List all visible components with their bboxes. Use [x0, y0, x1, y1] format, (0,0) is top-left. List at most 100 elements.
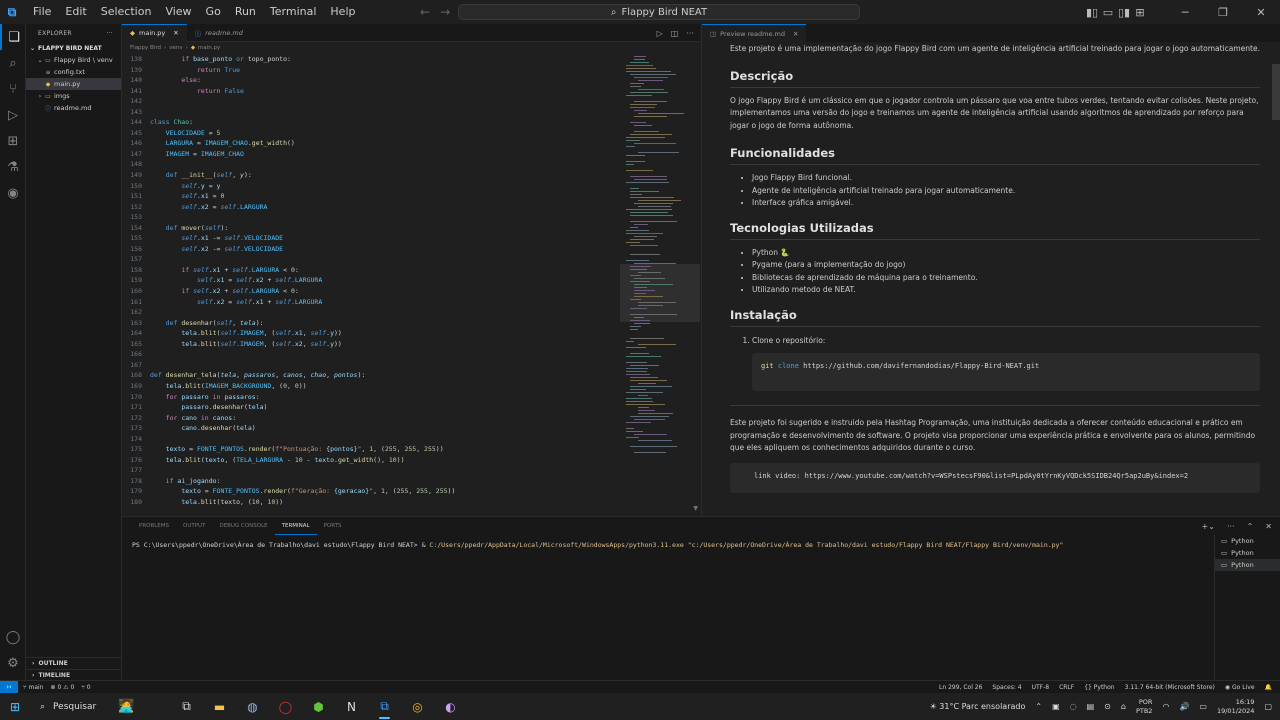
code-line[interactable]: 164 tela.blit(self.IMAGEM, (self.x1, sel…: [122, 328, 622, 339]
tab-output[interactable]: OUTPUT: [176, 517, 212, 535]
code-line[interactable]: 151 self.x1 = 0: [122, 191, 622, 202]
code-line[interactable]: 170 for passaro in passaros:: [122, 392, 622, 403]
tree-file-readme[interactable]: ⓘ readme.md: [26, 102, 121, 114]
menu-run[interactable]: Run: [228, 0, 263, 24]
terminal-instance[interactable]: ▭ Python: [1215, 547, 1280, 559]
app-green-icon[interactable]: ⬢: [302, 693, 335, 720]
tree-file-config[interactable]: ≡ config.txt: [26, 66, 121, 78]
ports-status[interactable]: ⑂ 0: [81, 684, 90, 691]
project-folder-header[interactable]: ⌄ FLAPPY BIRD NEAT: [26, 42, 121, 54]
maximize-panel-icon[interactable]: ⌃: [1247, 522, 1254, 531]
command-center-search[interactable]: ⌕ Flappy Bird NEAT: [458, 4, 860, 20]
extensions-icon[interactable]: ⊞: [0, 128, 26, 154]
steam-icon[interactable]: ◍: [236, 693, 269, 720]
code-line[interactable]: 150 self.y = y: [122, 181, 622, 192]
cursor-position[interactable]: Ln 299, Col 26: [939, 684, 982, 691]
chrome-icon[interactable]: ◎: [401, 693, 434, 720]
toggle-sidebar-icon[interactable]: ▮▯: [1084, 6, 1100, 19]
close-window-icon[interactable]: ✕: [1242, 6, 1280, 19]
terminal-instance[interactable]: ▭ Python: [1215, 535, 1280, 547]
search-view-icon[interactable]: ⌕: [0, 50, 26, 76]
remote-explorer-icon[interactable]: ◉: [0, 180, 26, 206]
code-line[interactable]: 162: [122, 307, 622, 318]
code-line[interactable]: 152 self.x2 = self.LARGURA: [122, 202, 622, 213]
breadcrumb-item[interactable]: venv: [169, 45, 182, 51]
code-line[interactable]: 171 passaro.desenhar(tela): [122, 402, 622, 413]
code-line[interactable]: 175 texto = FONTE_PONTOS.render(f"Pontua…: [122, 444, 622, 455]
indentation[interactable]: Spaces: 4: [992, 684, 1021, 691]
code-line[interactable]: 163 def desenhar(self, tela):: [122, 318, 622, 329]
close-tab-icon[interactable]: ✕: [173, 29, 178, 37]
battery-icon[interactable]: ▭: [1199, 702, 1207, 711]
notification-center-icon[interactable]: ▢: [1264, 702, 1272, 711]
forward-arrow-icon[interactable]: →: [440, 5, 450, 19]
github-desktop-icon[interactable]: ◐: [434, 693, 467, 720]
opera-icon[interactable]: ◯: [269, 693, 302, 720]
source-control-icon[interactable]: ⑂: [0, 76, 26, 102]
code-line[interactable]: 140 else:: [122, 75, 622, 86]
explorer-icon[interactable]: ❏: [0, 24, 26, 50]
task-view-icon[interactable]: ⧉: [170, 693, 203, 720]
wifi-icon[interactable]: ◠: [1162, 702, 1169, 711]
encoding[interactable]: UTF-8: [1032, 684, 1050, 691]
back-arrow-icon[interactable]: ←: [420, 5, 430, 19]
code-line[interactable]: 169 tela.blit(IMAGEM_BACKGROUND, (0, 0)): [122, 381, 622, 392]
clock[interactable]: 16:19 19/01/2024: [1217, 698, 1254, 716]
tab-problems[interactable]: PROBLEMS: [132, 517, 176, 535]
menu-help[interactable]: Help: [323, 0, 362, 24]
tray-overflow-icon[interactable]: ⌃: [1035, 702, 1042, 711]
windows-start-icon[interactable]: ⊞: [0, 700, 30, 714]
tab-terminal[interactable]: TERMINAL: [274, 517, 317, 535]
close-tab-icon[interactable]: ✕: [793, 30, 798, 38]
run-debug-icon[interactable]: ▷: [0, 102, 26, 128]
breadcrumb-item[interactable]: main.py: [198, 45, 220, 51]
tree-folder-venv[interactable]: ⌄ ▭ Flappy Bird \ venv: [26, 54, 121, 66]
code-line[interactable]: 145 VELOCIDADE = 5: [122, 128, 622, 139]
line-ending[interactable]: CRLF: [1059, 684, 1074, 691]
tray-app-icon[interactable]: ▣: [1052, 702, 1060, 711]
code-line[interactable]: 176 tela.blit(texto, (TELA_LARGURA - 10 …: [122, 455, 622, 466]
menu-terminal[interactable]: Terminal: [263, 0, 324, 24]
code-line[interactable]: 157: [122, 254, 622, 265]
menu-view[interactable]: View: [158, 0, 198, 24]
close-panel-icon[interactable]: ✕: [1265, 522, 1272, 531]
menu-edit[interactable]: Edit: [58, 0, 93, 24]
tab-ports[interactable]: PORTS: [317, 517, 349, 535]
code-line[interactable]: 174: [122, 434, 622, 445]
code-line[interactable]: 177: [122, 465, 622, 476]
code-line[interactable]: 138 if base_ponto or topo_ponto:: [122, 54, 622, 65]
python-interpreter[interactable]: 3.11.7 64-bit (Microsoft Store): [1125, 684, 1215, 691]
tray-app-icon[interactable]: ▤: [1087, 702, 1095, 711]
code-line[interactable]: 147 IMAGEM = IMAGEM_CHAO: [122, 149, 622, 160]
code-line[interactable]: 158 if self.x1 + self.LARGURA < 0:: [122, 265, 622, 276]
tray-app-icon[interactable]: ⊙: [1104, 702, 1111, 711]
tray-app-icon[interactable]: ◌: [1070, 702, 1077, 711]
code-line[interactable]: 154 def mover(self):: [122, 223, 622, 234]
code-line[interactable]: 172 for cano in canos:: [122, 413, 622, 424]
taskbar-search[interactable]: ⌕ Pesquisar 🧑‍💻: [30, 693, 170, 720]
customize-layout-icon[interactable]: ⊞: [1132, 6, 1148, 19]
code-line[interactable]: 143: [122, 107, 622, 118]
outline-section[interactable]: › OUTLINE: [26, 657, 122, 669]
tray-app-icon[interactable]: ⌂: [1121, 702, 1126, 711]
remote-indicator-icon[interactable]: ›‹: [0, 680, 18, 694]
code-line[interactable]: 159 self.x1 = self.x2 + self.LARGURA: [122, 275, 622, 286]
code-line[interactable]: 178 if ai_jogando:: [122, 476, 622, 487]
code-line[interactable]: 149 def __init__(self, y):: [122, 170, 622, 181]
split-editor-icon[interactable]: ◫: [671, 29, 679, 38]
new-terminal-icon[interactable]: +⌄: [1202, 522, 1215, 531]
terminal-instance[interactable]: ▭ Python: [1215, 559, 1280, 571]
notifications-bell-icon[interactable]: 🔔: [1265, 684, 1272, 691]
problems-status[interactable]: ⊗ 0 ⚠ 0: [51, 684, 75, 691]
code-line[interactable]: 155 self.x1 -= self.VELOCIDADE: [122, 233, 622, 244]
code-line[interactable]: 160 if self.x2 + self.LARGURA < 0:: [122, 286, 622, 297]
tab-preview-readme[interactable]: ◫ Preview readme.md ✕: [702, 24, 807, 42]
code-line[interactable]: 141 return False: [122, 86, 622, 97]
code-line[interactable]: 166: [122, 349, 622, 360]
code-line[interactable]: 156 self.x2 -= self.VELOCIDADE: [122, 244, 622, 255]
code-line[interactable]: 146 LARGURA = IMAGEM_CHAO.get_width(): [122, 138, 622, 149]
minimize-icon[interactable]: ─: [1166, 6, 1204, 19]
code-line[interactable]: 179 texto = FONTE_PONTOS.render(f"Geraçã…: [122, 486, 622, 497]
restore-icon[interactable]: ❐: [1204, 6, 1242, 19]
file-explorer-icon[interactable]: ▬: [203, 693, 236, 720]
